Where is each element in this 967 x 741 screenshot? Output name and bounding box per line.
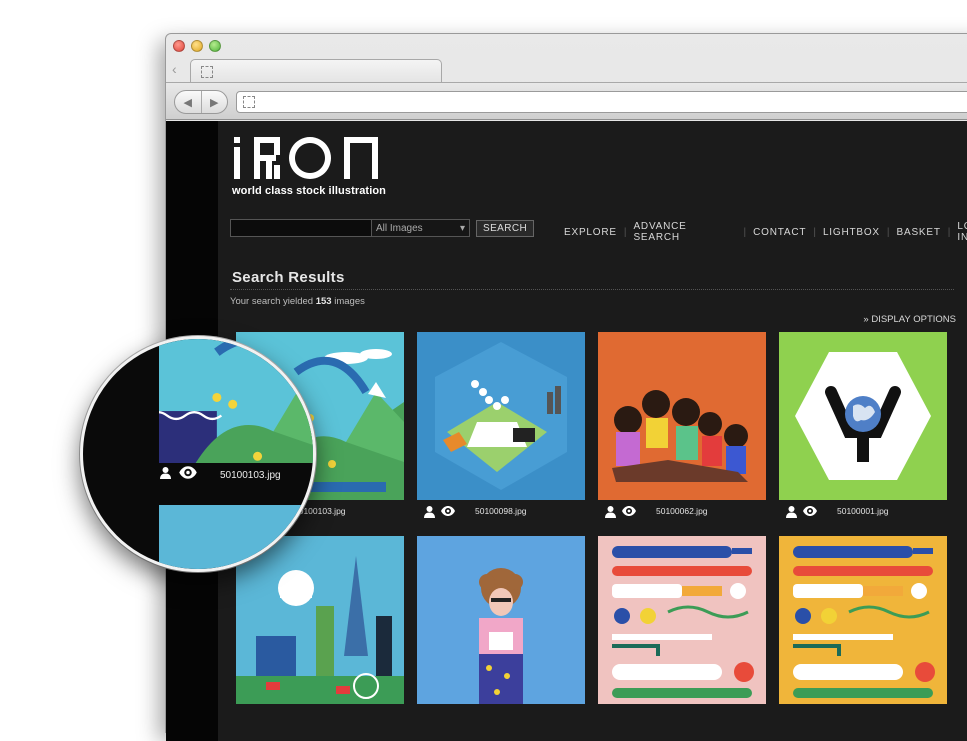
browser-toolbar: ◀ ▶ bbox=[166, 82, 967, 120]
nav-contact[interactable]: CONTACT bbox=[753, 227, 806, 238]
result-meta: 50100001.jpg bbox=[779, 501, 947, 521]
nav-explore[interactable]: EXPLORE bbox=[564, 227, 617, 238]
result-meta: 50100062.jpg bbox=[598, 501, 766, 521]
result-meta: 50100098.jpg bbox=[417, 501, 585, 521]
user-icon[interactable] bbox=[159, 466, 172, 484]
tagline: world class stock illustration bbox=[232, 185, 386, 197]
search-button[interactable]: SEARCH bbox=[476, 220, 535, 237]
eye-icon[interactable] bbox=[621, 504, 637, 518]
result-card bbox=[598, 536, 766, 704]
results-count-prefix: Your search yielded bbox=[230, 296, 314, 307]
result-thumbnail[interactable] bbox=[779, 332, 947, 500]
search-input[interactable] bbox=[231, 220, 371, 236]
magnified-thumbnail: 50100103.jpg bbox=[83, 339, 313, 569]
category-select[interactable]: All Images ▾ bbox=[371, 220, 469, 236]
back-button[interactable]: ◀ bbox=[175, 91, 202, 113]
dropdown-arrow-icon: ▾ bbox=[459, 222, 465, 234]
user-icon[interactable] bbox=[783, 504, 799, 518]
magnified-meta: 50100103.jpg bbox=[159, 465, 281, 485]
result-card bbox=[779, 536, 947, 704]
divider bbox=[230, 289, 954, 290]
magnified-art bbox=[159, 339, 313, 463]
minimize-window-button[interactable] bbox=[191, 40, 203, 52]
results-count-number: 153 bbox=[315, 296, 332, 307]
page-content: world class stock illustration All Image… bbox=[218, 121, 967, 741]
results-count-suffix: images bbox=[334, 296, 365, 307]
site-logo[interactable]: world class stock illustration bbox=[232, 135, 400, 197]
result-thumbnail[interactable] bbox=[598, 332, 766, 500]
window-controls bbox=[173, 40, 221, 52]
nav-lightbox[interactable]: LIGHTBOX bbox=[823, 227, 880, 238]
close-window-button[interactable] bbox=[173, 40, 185, 52]
address-favicon-icon bbox=[243, 96, 255, 108]
results-title: Search Results bbox=[232, 269, 345, 286]
nav-basket[interactable]: BASKET bbox=[897, 227, 941, 238]
eye-icon[interactable] bbox=[440, 504, 456, 518]
user-icon[interactable] bbox=[602, 504, 618, 518]
nav-separator: | bbox=[947, 226, 951, 238]
nav-log-in[interactable]: LOG IN bbox=[957, 221, 967, 243]
browser-tab[interactable] bbox=[190, 59, 442, 83]
magnified-next-art bbox=[159, 505, 313, 569]
result-thumbnail[interactable] bbox=[417, 332, 585, 500]
favicon-icon bbox=[201, 66, 213, 78]
results-count: Your search yielded 153 images bbox=[230, 296, 365, 307]
result-card bbox=[417, 536, 585, 704]
search-bar: All Images ▾ bbox=[230, 219, 470, 237]
eye-icon[interactable] bbox=[802, 504, 818, 518]
result-thumbnail[interactable] bbox=[598, 536, 766, 704]
ikon-logo-icon bbox=[234, 137, 378, 179]
result-filename[interactable]: 50100098.jpg bbox=[475, 506, 527, 516]
result-card: 50100001.jpg bbox=[779, 332, 947, 521]
nav-separator: | bbox=[623, 226, 627, 238]
magnifier-lens: 50100103.jpg bbox=[80, 336, 316, 572]
nav-separator: | bbox=[813, 226, 816, 238]
forward-button[interactable]: ▶ bbox=[202, 91, 228, 113]
zoom-window-button[interactable] bbox=[209, 40, 221, 52]
result-card: 50100098.jpg bbox=[417, 332, 585, 521]
main-nav: EXPLORE | ADVANCE SEARCH | CONTACT | LIGHTBOX |… bbox=[564, 221, 967, 243]
result-filename[interactable]: 50100001.jpg bbox=[837, 506, 889, 516]
user-icon[interactable] bbox=[421, 504, 437, 518]
nav-advance-search[interactable]: ADVANCE SEARCH bbox=[633, 221, 736, 243]
history-buttons: ◀ ▶ bbox=[174, 90, 228, 114]
result-thumbnail[interactable] bbox=[417, 536, 585, 704]
result-card: 50100062.jpg bbox=[598, 332, 766, 521]
category-select-value: All Images bbox=[376, 222, 423, 234]
nav-separator: | bbox=[743, 226, 747, 238]
nav-separator: | bbox=[886, 226, 890, 238]
display-options-link[interactable]: » DISPLAY OPTIONS bbox=[863, 314, 956, 325]
result-thumbnail[interactable] bbox=[779, 536, 947, 704]
tab-scroll-left-icon[interactable]: ‹ bbox=[172, 61, 177, 77]
eye-icon[interactable] bbox=[178, 465, 198, 485]
magnified-filename[interactable]: 50100103.jpg bbox=[220, 470, 281, 481]
address-bar[interactable] bbox=[236, 91, 967, 113]
result-filename[interactable]: 50100062.jpg bbox=[656, 506, 708, 516]
logo-mark bbox=[232, 135, 400, 181]
